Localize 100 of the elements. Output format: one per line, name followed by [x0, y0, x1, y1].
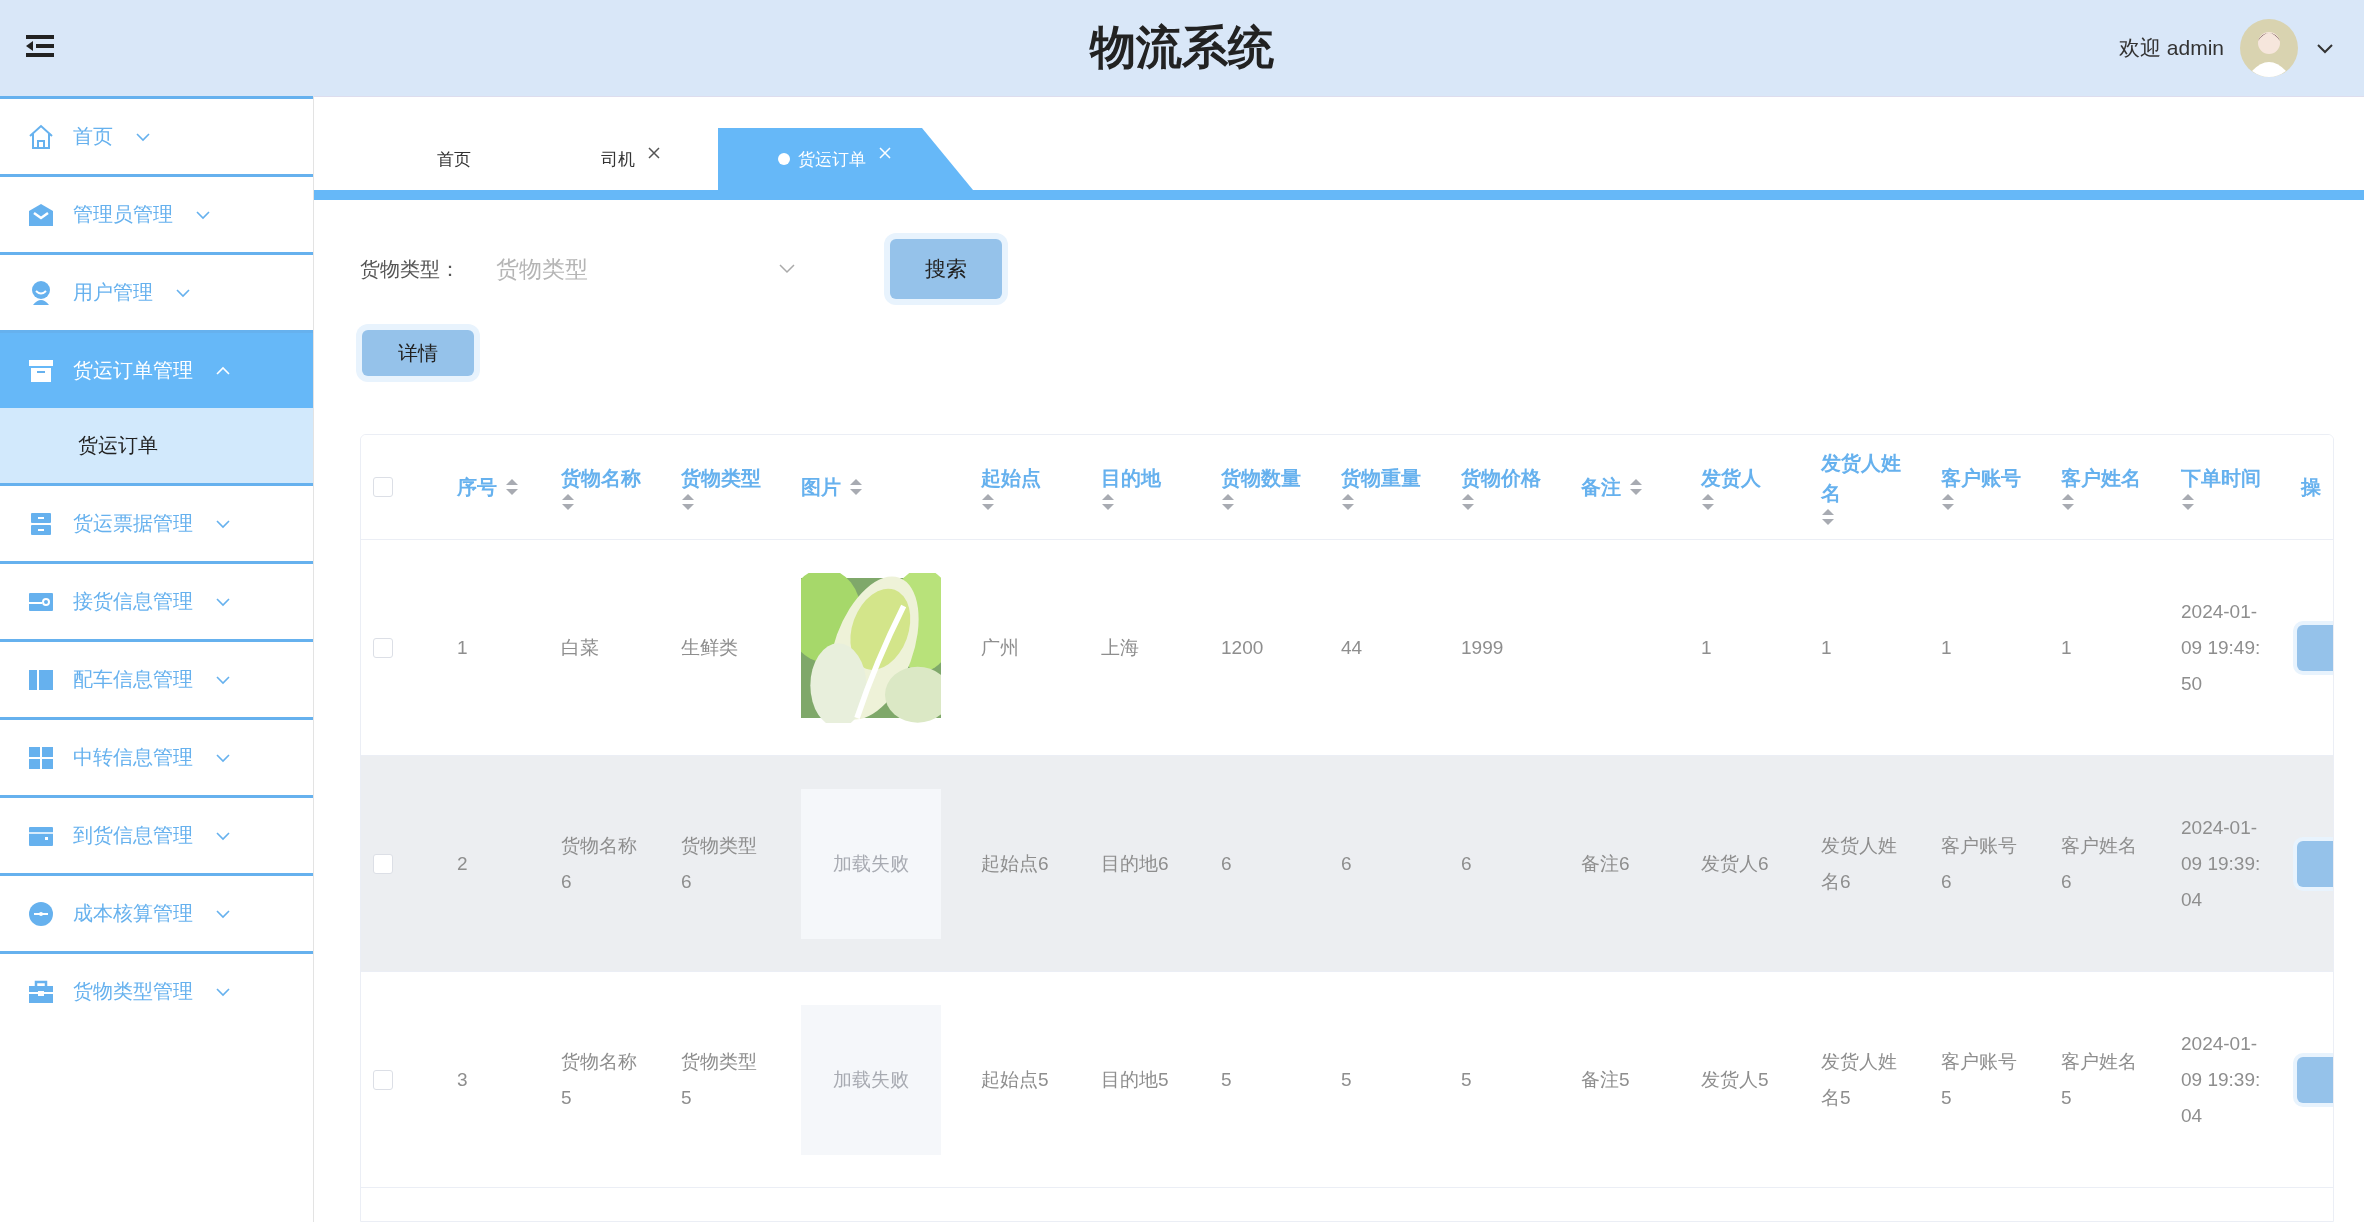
table-cell-text: 货物名称6	[561, 833, 638, 894]
sort-icon[interactable]	[1821, 508, 1835, 526]
table-cell-text: 2024-01-09 19:49:50	[2181, 599, 2261, 696]
table-cell-text: 目的地6	[1101, 851, 1169, 876]
chevron-up-icon	[215, 364, 231, 377]
table-cell-text: 上海	[1101, 635, 1139, 660]
sidebar-item[interactable]: 管理员管理	[0, 174, 313, 252]
sort-icon[interactable]	[505, 478, 519, 496]
table-cell-text: 1	[1821, 635, 1832, 660]
sort-icon[interactable]	[2181, 493, 2195, 511]
welcome-text: 欢迎 admin	[2118, 35, 2224, 61]
sort-icon[interactable]	[1461, 493, 1475, 511]
sort-icon[interactable]	[1629, 478, 1643, 496]
sort-icon[interactable]	[1341, 493, 1355, 511]
table-cell-text: 3	[457, 1067, 468, 1092]
column-header[interactable]: 目的地	[1101, 463, 1161, 493]
sort-icon[interactable]	[1941, 493, 1955, 511]
chevron-down-icon	[215, 595, 231, 608]
chevron-down-icon	[215, 517, 231, 530]
column-header[interactable]: 起始点	[981, 463, 1041, 493]
submenu-item[interactable]: 货运订单	[0, 408, 313, 483]
table-cell-text: 客户账号6	[1941, 833, 2018, 894]
sort-icon[interactable]	[561, 493, 575, 511]
table-cell-text: 5	[1341, 1067, 1352, 1092]
sidebar-item[interactable]: 货运订单管理	[0, 330, 313, 408]
table-cell-text: 1	[457, 635, 468, 660]
table-cell-text: 发货人5	[1701, 1067, 1769, 1092]
sort-icon[interactable]	[981, 493, 995, 511]
checkbox[interactable]	[373, 1069, 393, 1090]
sort-icon[interactable]	[2061, 493, 2075, 511]
chevron-down-icon	[195, 208, 211, 221]
dot-icon	[778, 153, 790, 165]
column-header[interactable]: 图片	[801, 472, 841, 502]
sidebar-item[interactable]: 首页	[0, 96, 313, 174]
sidebar-item[interactable]: 到货信息管理	[0, 795, 313, 873]
chevron-down-icon	[215, 673, 231, 686]
table-cell-text: 备注5	[1581, 1067, 1630, 1092]
column-header[interactable]: 下单时间	[2181, 463, 2261, 493]
table-cell-text: 1200	[1221, 635, 1264, 660]
table-cell-text: 起始点6	[981, 851, 1049, 876]
column-header[interactable]: 客户姓名	[2061, 463, 2141, 493]
column-header[interactable]: 操	[2301, 472, 2321, 502]
avatar[interactable]	[2240, 19, 2298, 77]
chevron-down-icon	[215, 829, 231, 842]
column-header[interactable]: 货物数量	[1221, 463, 1301, 493]
table-cell-text: 货物类型5	[681, 1049, 758, 1110]
checkbox[interactable]	[373, 477, 393, 497]
table-cell-text: 客户账号5	[1941, 1049, 2018, 1110]
table-cell-text: 1	[2061, 635, 2072, 660]
sort-icon[interactable]	[1221, 493, 1235, 511]
sidebar-item[interactable]: 接货信息管理	[0, 561, 313, 639]
chevron-down-icon	[215, 751, 231, 764]
table-cell-text: 1	[1941, 635, 1952, 660]
tab[interactable]: 司机	[543, 128, 718, 190]
table-cell-text: 备注6	[1581, 851, 1630, 876]
chevron-down-icon	[778, 263, 796, 275]
column-header[interactable]: 备注	[1581, 472, 1621, 502]
checkbox[interactable]	[373, 637, 393, 658]
table-cell-text: 1	[1701, 635, 1712, 660]
menu-icon[interactable]	[26, 34, 54, 58]
type-select[interactable]: 货物类型	[494, 244, 808, 294]
table-cell-text: 44	[1341, 635, 1363, 660]
tab[interactable]: 货运订单	[718, 128, 973, 190]
column-header[interactable]: 客户账号	[1941, 463, 2021, 493]
app-title: 物流系统	[1090, 20, 1274, 75]
sort-icon[interactable]	[681, 493, 695, 511]
table-cell-text: 6	[1461, 851, 1472, 876]
sidebar-item[interactable]: 货运票据管理	[0, 483, 313, 561]
chevron-down-icon	[175, 286, 191, 299]
column-header[interactable]: 发货人姓名	[1821, 448, 1901, 508]
chevron-down-icon	[215, 907, 231, 920]
table-cell-text: 6	[1221, 851, 1232, 876]
home-icon	[27, 122, 55, 151]
sidebar-item[interactable]: 成本核算管理	[0, 873, 313, 951]
table-cell-text: 生鲜类	[681, 635, 738, 660]
table-cell-text: 2024-01-09 19:39:04	[2181, 815, 2261, 912]
table-cell-text: 客户姓名6	[2061, 833, 2138, 894]
table-cell-text: 目的地5	[1101, 1067, 1169, 1092]
field-label: 货物类型：	[360, 256, 461, 282]
checkbox[interactable]	[373, 853, 393, 874]
table-cell-text: 发货人6	[1701, 851, 1769, 876]
column-header[interactable]: 序号	[457, 472, 497, 502]
sort-icon[interactable]	[849, 478, 863, 496]
column-header[interactable]: 货物重量	[1341, 463, 1421, 493]
column-header[interactable]: 货物类型	[681, 463, 761, 493]
table-cell-text: 5	[1221, 1067, 1232, 1092]
chevron-down-icon[interactable]	[2316, 42, 2334, 54]
sidebar-item[interactable]: 货物类型管理	[0, 951, 313, 1029]
close-icon[interactable]	[646, 146, 661, 160]
tab[interactable]: 首页	[368, 128, 543, 190]
column-header[interactable]: 发货人	[1701, 463, 1761, 493]
table-cell-text: 6	[1341, 851, 1352, 876]
column-header[interactable]: 货物价格	[1461, 463, 1541, 493]
sidebar-item[interactable]: 配车信息管理	[0, 639, 313, 717]
sidebar-item[interactable]: 中转信息管理	[0, 717, 313, 795]
column-header[interactable]: 货物名称	[561, 463, 641, 493]
sort-icon[interactable]	[1701, 493, 1715, 511]
table-cell-text: 货物名称5	[561, 1049, 638, 1110]
table-cell-text: 货物类型6	[681, 833, 758, 894]
sort-icon[interactable]	[1101, 493, 1115, 511]
